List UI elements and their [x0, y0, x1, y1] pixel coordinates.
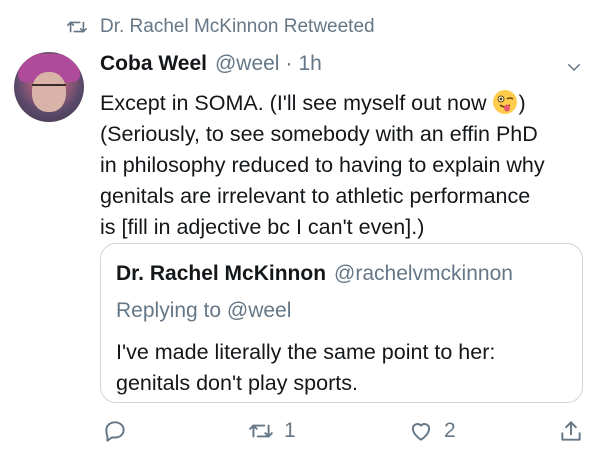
avatar[interactable]	[14, 52, 84, 122]
heart-icon	[411, 423, 431, 441]
share-button[interactable]	[558, 418, 584, 444]
tweet-text-part1: Except in SOMA. (I'll see myself out now	[100, 91, 493, 115]
like-button[interactable]: 2	[408, 418, 456, 444]
retweet-button[interactable]: 1	[248, 418, 296, 444]
retweet-count: 1	[284, 419, 296, 442]
retweet-icon	[67, 21, 87, 33]
quoted-author-name: Dr. Rachel McKinnon	[116, 262, 327, 285]
author-name[interactable]: Coba Weel	[100, 52, 207, 76]
retweet-banner-text[interactable]: Dr. Rachel McKinnon Retweeted	[100, 16, 375, 38]
quoted-author-handle: @rachelvmckinnon	[334, 262, 513, 285]
chevron-down-icon[interactable]	[565, 58, 583, 76]
retweet-banner: Dr. Rachel McKinnon Retweeted	[66, 16, 375, 38]
separator-dot: ·	[285, 52, 293, 75]
share-icon	[561, 421, 581, 441]
tweet-time[interactable]: 1h	[298, 52, 321, 76]
quoted-tweet-header: Dr. Rachel McKinnon @rachelvmckinnon	[116, 262, 513, 286]
tweet-header: Coba Weel @weel · 1h	[100, 52, 322, 76]
like-count: 2	[444, 419, 456, 442]
tweet-text: Except in SOMA. (I'll see myself out now…	[100, 88, 590, 243]
author-handle[interactable]: @weel	[215, 52, 280, 76]
replying-to: Replying to @weel	[116, 299, 292, 322]
retweet-icon	[249, 424, 273, 438]
quoted-tweet-text: I've made literally the same point to he…	[116, 340, 496, 395]
quoted-tweet[interactable]: Dr. Rachel McKinnon @rachelvmckinnon Rep…	[100, 243, 583, 403]
action-bar: 1 2	[0, 418, 600, 454]
reply-button[interactable]	[102, 418, 128, 444]
reply-icon	[105, 421, 125, 442]
winking-tongue-emoji-icon	[493, 90, 518, 114]
